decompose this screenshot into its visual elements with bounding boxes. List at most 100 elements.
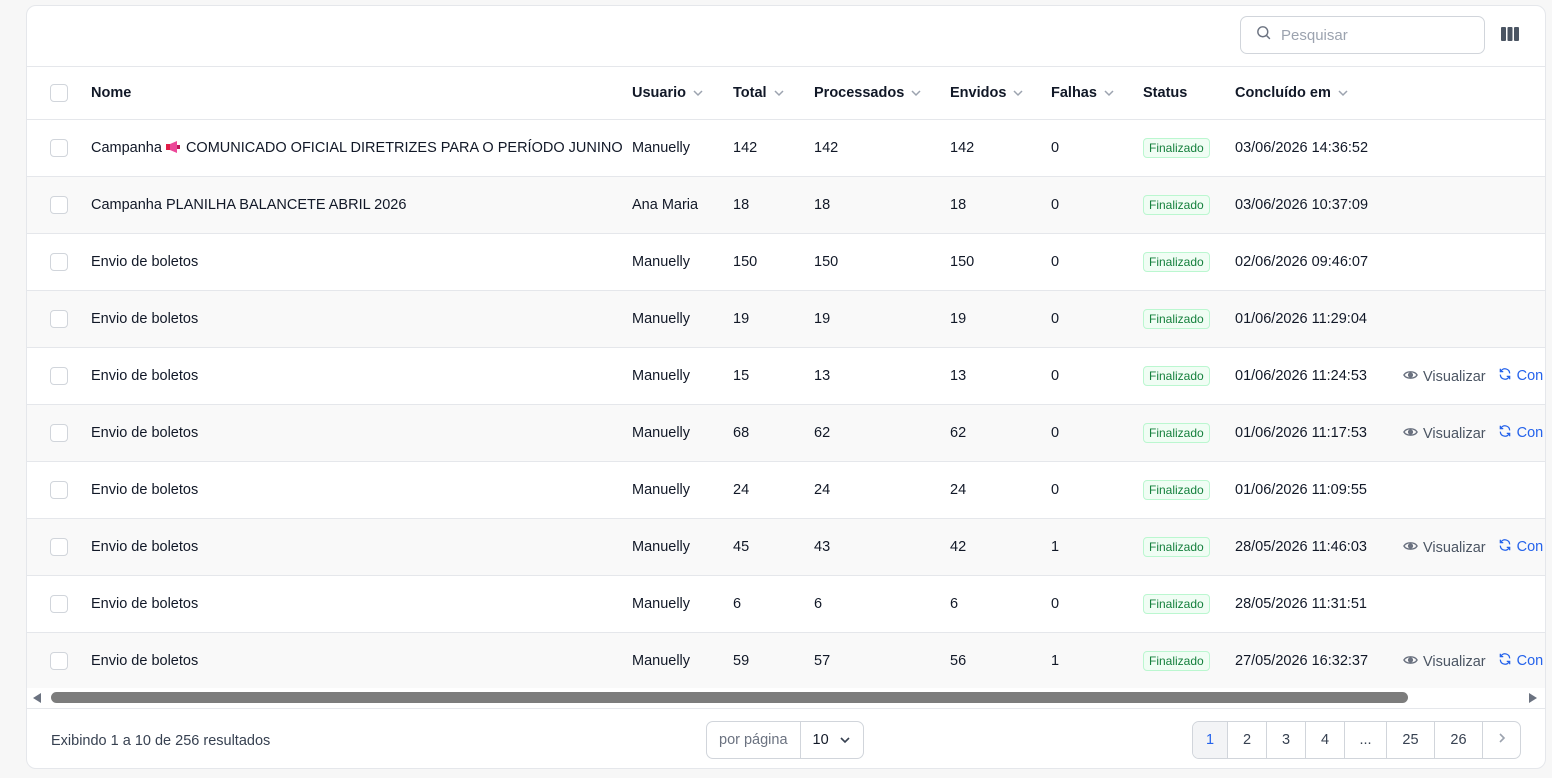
column-header-processados[interactable]: Processados <box>814 67 950 120</box>
table-row[interactable]: Envio de boletos Manuelly 6 6 6 0 Finali… <box>27 575 1545 632</box>
campaigns-table: Nome Usuario Total Processados Envidos F… <box>27 67 1545 688</box>
table-row[interactable]: Campanha PLANILHA BALANCETE ABRIL 2026 A… <box>27 176 1545 233</box>
cell-concluido: 01/06/2026 11:17:53 <box>1235 424 1367 441</box>
view-action[interactable]: Visualizar <box>1403 654 1486 670</box>
cell-falhas: 0 <box>1051 595 1060 612</box>
scrollbar-thumb[interactable] <box>51 692 1408 703</box>
cell-nome: Envio de boletos <box>91 404 632 461</box>
table-row[interactable]: Envio de boletos Manuelly 15 13 13 0 Fin… <box>27 347 1545 404</box>
cell-total: 19 <box>733 310 750 327</box>
cell-concluido: 01/06/2026 11:24:53 <box>1235 367 1367 384</box>
view-action[interactable]: Visualizar <box>1403 369 1486 385</box>
page-button-2[interactable]: 2 <box>1228 722 1267 758</box>
scroll-left-arrow-icon[interactable] <box>33 693 41 703</box>
page-button-4[interactable]: 4 <box>1306 722 1345 758</box>
cell-nome: Envio de boletos <box>91 632 632 688</box>
continue-action[interactable]: Con <box>1498 424 1544 442</box>
chevron-down-icon <box>773 85 785 101</box>
cell-processados: 13 <box>814 367 831 384</box>
row-checkbox[interactable] <box>50 366 68 385</box>
page-button-26[interactable]: 26 <box>1435 722 1483 758</box>
cell-usuario: Manuelly <box>632 481 691 498</box>
chevron-right-icon <box>1498 732 1506 748</box>
page-button-1[interactable]: 1 <box>1193 722 1228 758</box>
row-checkbox[interactable] <box>50 480 68 499</box>
cell-actions <box>1403 233 1545 290</box>
row-checkbox[interactable] <box>50 195 68 214</box>
cell-usuario: Manuelly <box>632 652 691 669</box>
cell-status: Finalizado <box>1143 404 1235 461</box>
search-box[interactable] <box>1240 16 1485 54</box>
status-badge: Finalizado <box>1143 593 1210 614</box>
row-checkbox[interactable] <box>50 651 68 670</box>
column-header-nome[interactable]: Nome <box>91 67 632 120</box>
horizontal-scrollbar[interactable] <box>27 688 1545 708</box>
view-action[interactable]: Visualizar <box>1403 540 1486 556</box>
row-checkbox[interactable] <box>50 423 68 442</box>
column-header-concluido[interactable]: Concluído em <box>1235 67 1403 120</box>
row-checkbox[interactable] <box>50 537 68 556</box>
cell-total: 142 <box>733 139 758 156</box>
table-footer: Exibindo 1 a 10 de 256 resultados por pá… <box>27 708 1545 768</box>
cell-usuario: Manuelly <box>632 424 691 441</box>
status-badge: Finalizado <box>1143 308 1210 329</box>
per-page-select[interactable]: 10 <box>801 732 863 748</box>
row-checkbox[interactable] <box>50 594 68 613</box>
status-badge: Finalizado <box>1143 422 1210 443</box>
cell-falhas: 0 <box>1051 196 1060 213</box>
cell-envidos: 62 <box>950 424 967 441</box>
page-button-25[interactable]: 25 <box>1387 722 1435 758</box>
cell-processados: 24 <box>814 481 831 498</box>
column-header-total[interactable]: Total <box>733 67 814 120</box>
cell-total: 24 <box>733 481 750 498</box>
cell-status: Finalizado <box>1143 347 1235 404</box>
continue-action[interactable]: Con <box>1498 652 1543 670</box>
cell-falhas: 0 <box>1051 310 1060 327</box>
row-checkbox[interactable] <box>50 138 68 157</box>
page-button-3[interactable]: 3 <box>1267 722 1306 758</box>
row-checkbox[interactable] <box>50 309 68 328</box>
column-header-envidos[interactable]: Envidos <box>950 67 1051 120</box>
view-action-label: Visualizar <box>1423 425 1486 442</box>
view-action[interactable]: Visualizar <box>1403 426 1486 442</box>
table-row[interactable]: Envio de boletos Manuelly 150 150 150 0 … <box>27 233 1545 290</box>
pagination: 1 2 3 4... 25 26 <box>1192 721 1521 759</box>
table-row[interactable]: Campanha COMUNICADO OFICIAL DIRETRIZES PA… <box>27 119 1545 176</box>
cell-concluido: 02/06/2026 09:46:07 <box>1235 253 1369 270</box>
cell-envidos: 56 <box>950 652 967 669</box>
continue-action-label: Con <box>1516 424 1544 441</box>
row-name-prefix: Campanha <box>91 139 162 156</box>
status-badge: Finalizado <box>1143 194 1210 215</box>
table-row[interactable]: Envio de boletos Manuelly 68 62 62 0 Fin… <box>27 404 1545 461</box>
row-checkbox[interactable] <box>50 252 68 271</box>
campaigns-table-card: Nome Usuario Total Processados Envidos F… <box>26 5 1546 769</box>
table-row[interactable]: Envio de boletos Manuelly 24 24 24 0 Fin… <box>27 461 1545 518</box>
table-row[interactable]: Envio de boletos Manuelly 59 57 56 1 Fin… <box>27 632 1545 688</box>
select-all-checkbox[interactable] <box>50 83 68 102</box>
cell-status: Finalizado <box>1143 461 1235 518</box>
chevron-down-icon <box>1103 85 1115 101</box>
column-header-usuario[interactable]: Usuario <box>632 67 733 120</box>
cell-total: 59 <box>733 652 750 669</box>
continue-action[interactable]: Con <box>1498 367 1543 385</box>
cell-processados: 19 <box>814 310 831 327</box>
table-row[interactable]: Envio de boletos Manuelly 45 43 42 1 Fin… <box>27 518 1545 575</box>
cell-envidos: 150 <box>950 253 975 270</box>
next-page-button[interactable] <box>1483 722 1520 758</box>
refresh-icon <box>1498 538 1512 556</box>
continue-action[interactable]: Con <box>1498 538 1543 556</box>
cell-total: 15 <box>733 367 750 384</box>
scroll-right-arrow-icon[interactable] <box>1529 693 1537 703</box>
search-input[interactable] <box>1281 26 1471 44</box>
row-name: Envio de boletos <box>91 595 199 612</box>
cell-actions <box>1403 461 1545 518</box>
row-name: Envio de boletos <box>91 538 199 555</box>
table-row[interactable]: Envio de boletos Manuelly 19 19 19 0 Fin… <box>27 290 1545 347</box>
table-body: Campanha COMUNICADO OFICIAL DIRETRIZES PA… <box>27 119 1545 688</box>
status-badge: Finalizado <box>1143 365 1210 386</box>
columns-toggle-button[interactable] <box>1497 24 1523 48</box>
cell-status: Finalizado <box>1143 575 1235 632</box>
row-name: Envio de boletos <box>91 310 199 327</box>
column-header-falhas[interactable]: Falhas <box>1051 67 1143 120</box>
cell-actions: Visualizar Con <box>1403 518 1545 575</box>
